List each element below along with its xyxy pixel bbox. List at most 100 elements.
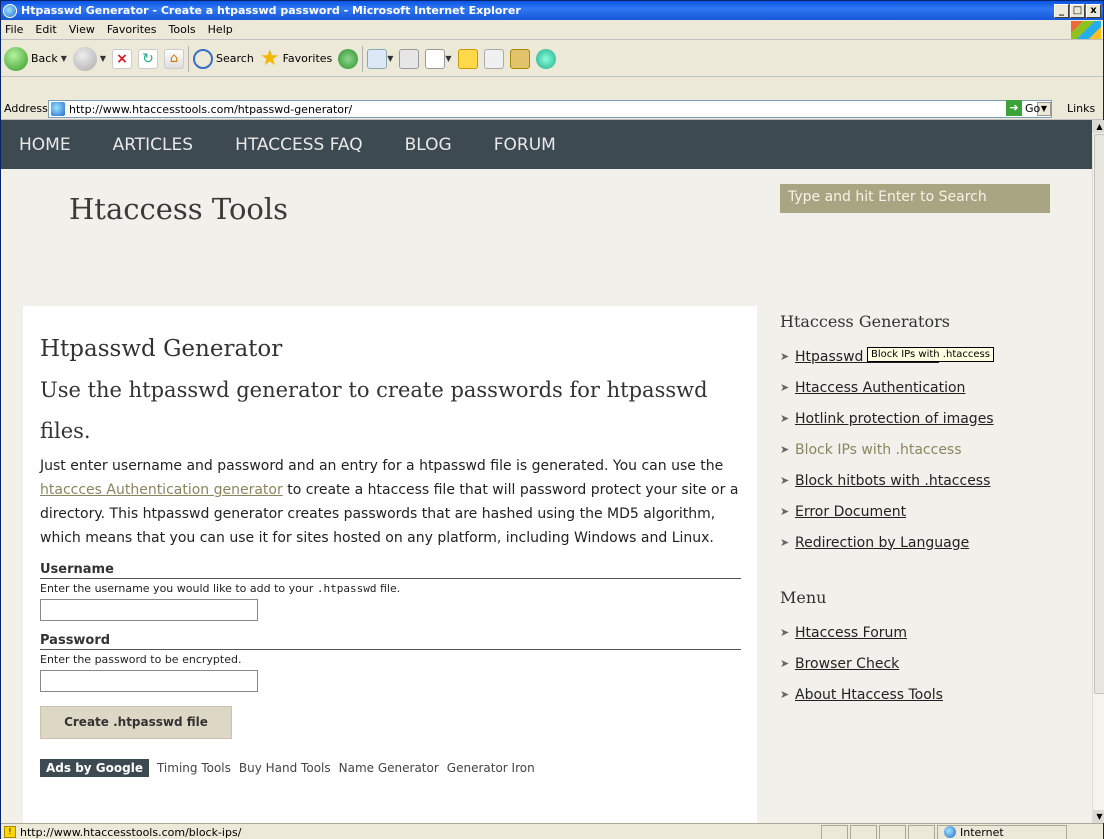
page-viewport: HOME ARTICLES HTACCESS FAQ BLOG FORUM Ht… xyxy=(1,120,1092,823)
nav-forum[interactable]: FORUM xyxy=(494,135,556,155)
forward-arrow-icon xyxy=(72,46,97,71)
arrow-icon: ➤ xyxy=(780,505,790,518)
menu-favorites[interactable]: Favorites xyxy=(107,23,157,36)
standard-toolbar: Back ▼ ▼ × ↻ ⌂ Search ★ Favorites ▼ ▼ xyxy=(1,41,1103,77)
list-item: ➤ Browser Check xyxy=(780,648,1080,679)
ad-link[interactable]: Generator Iron xyxy=(447,761,535,775)
nav-home[interactable]: HOME xyxy=(19,135,71,155)
warning-icon: ! xyxy=(4,826,16,838)
site-search-input[interactable]: Type and hit Enter to Search xyxy=(780,184,1050,213)
scroll-thumb[interactable] xyxy=(1094,134,1104,694)
intro-paragraph: Just enter username and password and an … xyxy=(40,454,741,550)
refresh-icon[interactable]: ↻ xyxy=(138,48,159,69)
list-item: ➤ Block hitbots with .htaccess xyxy=(780,465,1080,496)
scroll-up-icon[interactable]: ▲ xyxy=(1093,120,1104,133)
title-bar: Htpasswd Generator - Create a htpasswd p… xyxy=(1,1,1103,20)
username-input[interactable] xyxy=(40,599,258,621)
back-button[interactable]: Back ▼ xyxy=(4,46,67,71)
window-title: Htpasswd Generator - Create a htpasswd p… xyxy=(21,4,521,17)
menu-edit[interactable]: Edit xyxy=(35,23,56,36)
ie-icon xyxy=(3,3,17,18)
nav-htaccess-faq[interactable]: HTACCESS FAQ xyxy=(235,135,363,155)
address-input[interactable]: http://www.htaccesstools.com/htpasswd-ge… xyxy=(48,100,1052,118)
username-help-code: .htpasswd xyxy=(316,582,377,595)
discuss-icon[interactable] xyxy=(509,48,530,69)
arrow-icon: ➤ xyxy=(780,412,790,425)
username-help: Enter the username you would like to add… xyxy=(40,582,741,595)
favorites-label: Favorites xyxy=(282,52,333,65)
folder-icon[interactable] xyxy=(457,48,478,69)
sidebar-link-about[interactable]: About Htaccess Tools xyxy=(795,687,943,703)
history-icon[interactable] xyxy=(338,48,359,69)
site-title[interactable]: Htaccess Tools xyxy=(69,192,288,226)
menu-tools[interactable]: Tools xyxy=(169,23,196,36)
site-nav: HOME ARTICLES HTACCESS FAQ BLOG FORUM xyxy=(1,120,1092,169)
sidebar-link-hotlink-protection[interactable]: Hotlink protection of images xyxy=(795,411,994,427)
menu-heading: Menu xyxy=(780,588,827,607)
list-item: ➤ About Htaccess Tools xyxy=(780,679,1080,710)
star-icon: ★ xyxy=(259,45,280,71)
close-button[interactable]: x xyxy=(1086,3,1101,18)
arrow-icon: ➤ xyxy=(780,381,790,394)
search-button[interactable]: Search xyxy=(193,48,254,69)
arrow-icon: ➤ xyxy=(780,443,790,456)
go-arrow-icon: ➜ xyxy=(1006,100,1022,116)
main-content: Htpasswd Generator Use the htpasswd gene… xyxy=(23,306,757,823)
print-icon[interactable] xyxy=(399,48,420,69)
research-icon[interactable] xyxy=(483,48,504,69)
maximize-button[interactable]: □ xyxy=(1070,3,1085,18)
favorites-button[interactable]: ★ Favorites xyxy=(259,45,333,71)
google-ads: Ads by Google Timing Tools Buy Hand Tool… xyxy=(40,759,741,777)
globe-icon xyxy=(944,826,956,838)
go-button[interactable]: ➜ Go xyxy=(1006,100,1040,116)
menu-help[interactable]: Help xyxy=(208,23,233,36)
list-item: ➤ Redirection by Language xyxy=(780,527,1080,558)
sidebar-link-htaccess-forum[interactable]: Htaccess Forum xyxy=(795,625,907,641)
ad-link[interactable]: Buy Hand Tools xyxy=(239,761,331,775)
chevron-down-icon: ▼ xyxy=(445,54,452,63)
arrow-icon: ➤ xyxy=(780,536,790,549)
sidebar-link-browser-check[interactable]: Browser Check xyxy=(795,656,899,672)
minimize-button[interactable]: _ xyxy=(1054,3,1069,18)
create-htpasswd-button[interactable]: Create .htpasswd file xyxy=(40,706,232,739)
sidebar-link-block-hitbots[interactable]: Block hitbots with .htaccess xyxy=(795,473,990,489)
arrow-icon: ➤ xyxy=(780,688,790,701)
scroll-down-icon[interactable]: ▼ xyxy=(1093,810,1104,823)
mail-icon[interactable] xyxy=(367,48,388,69)
window-controls: _ □ x xyxy=(1054,3,1101,18)
sidebar-link-block-ips[interactable]: Block IPs with .htaccess xyxy=(795,442,962,458)
page-subheading: Use the htpasswd generator to create pas… xyxy=(40,378,708,443)
address-url: http://www.htaccesstools.com/htpasswd-ge… xyxy=(69,102,353,116)
sidebar-link-redirection-by-language[interactable]: Redirection by Language xyxy=(795,535,969,551)
menu-file[interactable]: File xyxy=(5,23,23,36)
browser-window: Htpasswd Generator - Create a htpasswd p… xyxy=(0,0,1104,839)
ads-label[interactable]: Ads by Google xyxy=(40,759,149,777)
vertical-scrollbar[interactable]: ▲ ▼ xyxy=(1092,120,1104,823)
status-text-area: ! http://www.htaccesstools.com/block-ips… xyxy=(1,826,821,839)
arrow-icon: ➤ xyxy=(780,350,790,363)
password-label: Password xyxy=(40,633,741,650)
home-icon[interactable]: ⌂ xyxy=(164,48,185,69)
links-button[interactable]: Links xyxy=(1067,102,1095,115)
ad-link[interactable]: Name Generator xyxy=(339,761,439,775)
forward-button[interactable]: ▼ xyxy=(72,46,106,71)
ad-link[interactable]: Timing Tools xyxy=(157,761,231,775)
status-text: http://www.htaccesstools.com/block-ips/ xyxy=(20,825,242,839)
messenger-icon[interactable] xyxy=(535,48,556,69)
edit-icon[interactable] xyxy=(425,48,446,69)
sidebar-link-error-document[interactable]: Error Document xyxy=(795,504,906,520)
menu-view[interactable]: View xyxy=(69,23,95,36)
security-zone[interactable]: Internet xyxy=(937,824,1067,839)
sidebar-link-htaccess-authentication[interactable]: Htaccess Authentication xyxy=(795,380,965,396)
arrow-icon: ➤ xyxy=(780,626,790,639)
stop-icon[interactable]: × xyxy=(112,48,133,69)
password-input[interactable] xyxy=(40,670,258,692)
nav-blog[interactable]: BLOG xyxy=(405,135,452,155)
search-label: Search xyxy=(216,52,254,65)
list-item: ➤ Htaccess Forum xyxy=(780,617,1080,648)
username-help-pre: Enter the username you would like to add… xyxy=(40,582,317,595)
list-item: ➤ Block IPs with .htaccess xyxy=(780,434,1080,465)
nav-articles[interactable]: ARTICLES xyxy=(113,135,193,155)
status-cell xyxy=(821,824,848,839)
authentication-generator-link[interactable]: htaccces Authentication generator xyxy=(40,482,283,498)
